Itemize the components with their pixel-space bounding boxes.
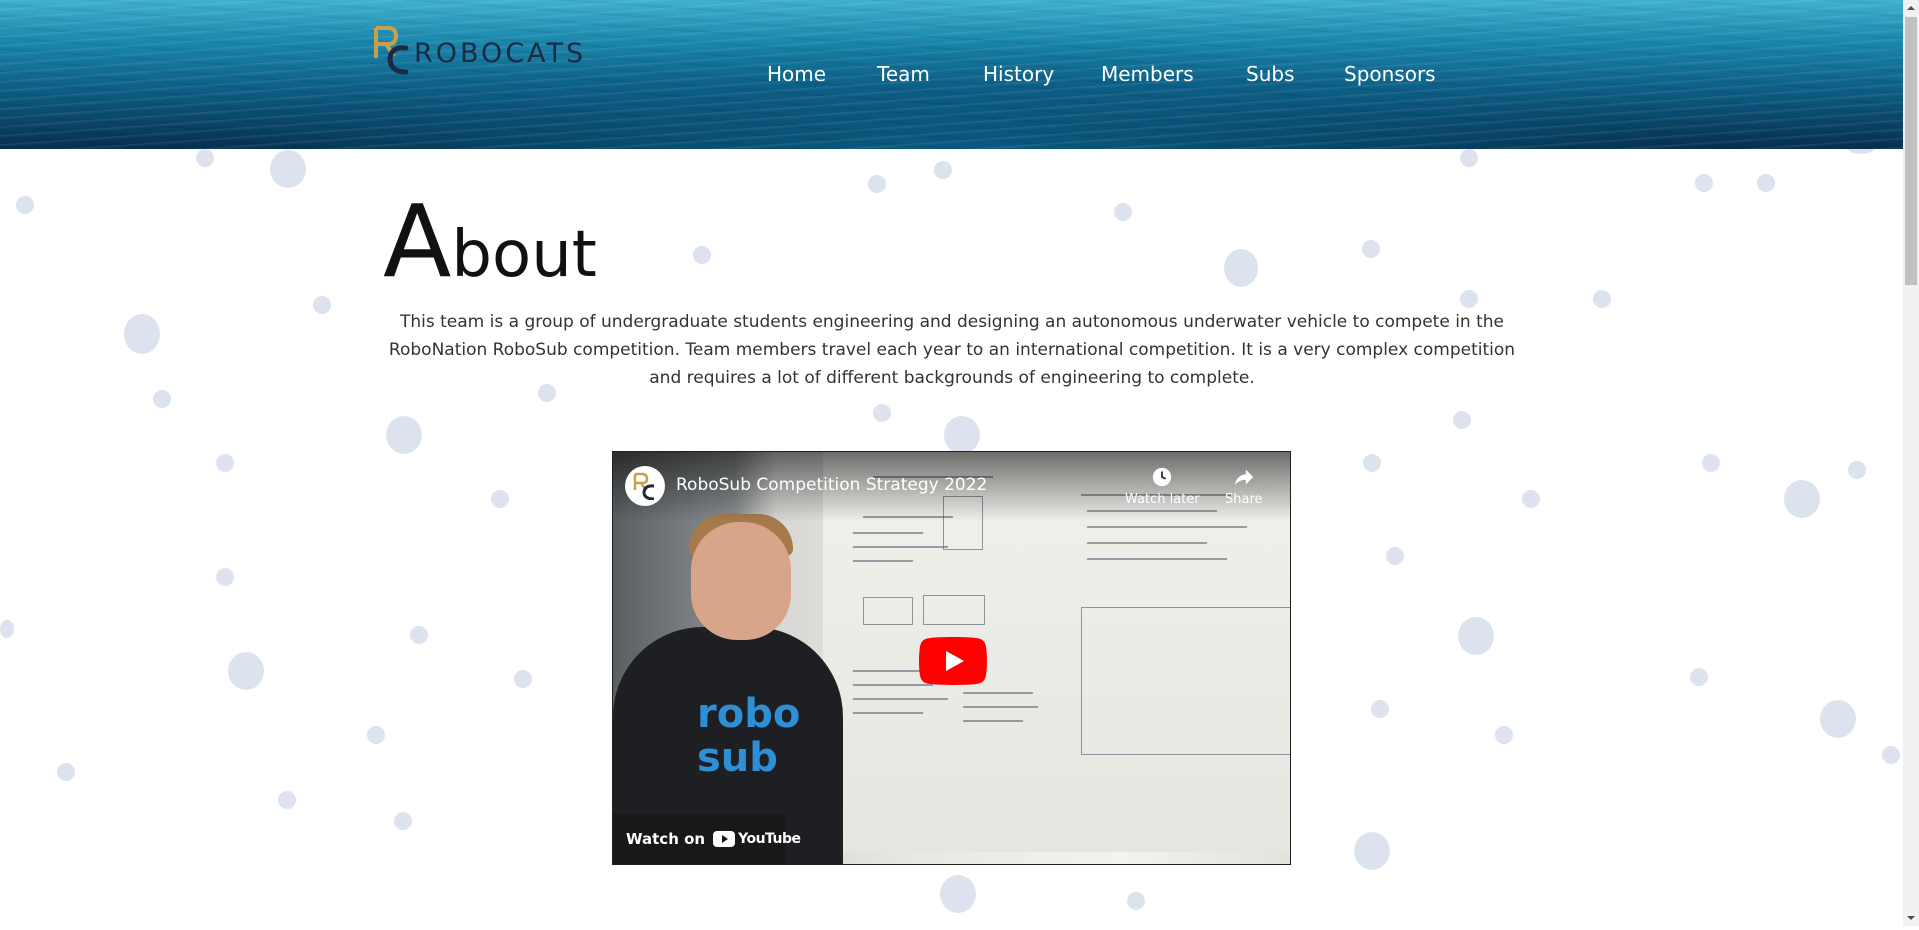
bubble bbox=[216, 454, 234, 472]
watch-later-label: Watch later bbox=[1125, 492, 1200, 507]
bubble bbox=[124, 314, 160, 354]
bubble bbox=[1371, 700, 1389, 718]
bubble bbox=[386, 416, 422, 454]
bubble bbox=[216, 568, 234, 586]
scroll-down-arrow-icon bbox=[1907, 916, 1915, 920]
bubble bbox=[196, 149, 214, 167]
about-heading-rest: bout bbox=[451, 218, 597, 292]
about-description: This team is a group of undergraduate st… bbox=[388, 312, 1516, 388]
watch-later-button[interactable]: Watch later bbox=[1125, 466, 1200, 507]
nav-history[interactable]: History bbox=[983, 62, 1054, 86]
page-scrollbar[interactable] bbox=[1903, 0, 1919, 926]
scroll-down-button[interactable] bbox=[1903, 910, 1919, 926]
youtube-wordmark: YouTube bbox=[738, 831, 801, 847]
share-label: Share bbox=[1225, 492, 1263, 507]
nav-team[interactable]: Team bbox=[877, 62, 930, 86]
channel-avatar[interactable] bbox=[625, 466, 665, 506]
share-button[interactable]: Share bbox=[1225, 466, 1263, 507]
scroll-up-arrow-icon bbox=[1907, 6, 1915, 10]
bubble bbox=[0, 620, 14, 638]
logo-wordmark: ROBOCATS bbox=[414, 38, 586, 69]
nav-sponsors[interactable]: Sponsors bbox=[1344, 62, 1436, 86]
bubble bbox=[270, 150, 306, 188]
scrollbar-thumb[interactable] bbox=[1905, 17, 1917, 285]
bubble bbox=[1127, 892, 1145, 910]
bubble bbox=[1363, 454, 1381, 472]
bubble bbox=[1354, 832, 1390, 870]
page: ROBOCATS Home Team History Members Subs … bbox=[0, 0, 1903, 926]
about-heading: About bbox=[383, 192, 597, 292]
share-arrow-icon bbox=[1234, 469, 1253, 486]
bubble bbox=[1593, 290, 1611, 308]
about-heading-initial: A bbox=[383, 183, 452, 300]
bubble bbox=[868, 175, 886, 193]
bubble bbox=[1458, 617, 1494, 655]
presenter-head bbox=[691, 522, 791, 640]
bubble bbox=[1695, 174, 1713, 192]
bubble bbox=[367, 726, 385, 744]
bubble bbox=[278, 791, 296, 809]
bubble bbox=[313, 296, 331, 314]
scroll-up-button[interactable] bbox=[1903, 0, 1919, 16]
logo-mark: ROBOCATS bbox=[374, 26, 586, 75]
bubble bbox=[944, 416, 980, 454]
bubble bbox=[1114, 203, 1132, 221]
bubble bbox=[394, 812, 412, 830]
youtube-embed[interactable]: robo sub RoboSub Competition Strategy 20… bbox=[612, 451, 1291, 865]
bubble bbox=[1453, 411, 1471, 429]
bubble bbox=[1848, 461, 1866, 479]
clock-icon bbox=[1153, 467, 1172, 487]
youtube-logo-icon bbox=[713, 831, 736, 847]
watch-on-label: Watch on bbox=[626, 830, 706, 848]
bubble bbox=[228, 652, 264, 690]
shirt-print: robo sub bbox=[697, 691, 801, 781]
bubble bbox=[693, 246, 711, 264]
bubble bbox=[491, 490, 509, 508]
bubble bbox=[940, 875, 976, 913]
bubble bbox=[1495, 726, 1513, 744]
play-button[interactable] bbox=[919, 637, 987, 685]
bubble bbox=[410, 626, 428, 644]
bubble bbox=[1224, 249, 1258, 287]
watch-on-youtube-button[interactable]: Watch on YouTube bbox=[613, 814, 801, 864]
bubble bbox=[1784, 480, 1820, 518]
bubble bbox=[1820, 700, 1856, 738]
bubble bbox=[1362, 240, 1380, 258]
nav-home[interactable]: Home bbox=[767, 62, 826, 86]
bubble bbox=[1882, 746, 1900, 764]
nav-members[interactable]: Members bbox=[1101, 62, 1194, 86]
youtube-play-icon bbox=[919, 637, 987, 685]
bubble bbox=[1702, 454, 1720, 472]
bubble bbox=[1460, 149, 1478, 167]
bubble bbox=[1460, 290, 1478, 308]
bubble bbox=[153, 390, 171, 408]
video-title[interactable]: RoboSub Competition Strategy 2022 bbox=[676, 475, 987, 495]
youtube-logo: YouTube bbox=[713, 831, 801, 847]
bubble bbox=[1386, 547, 1404, 565]
nav-subs[interactable]: Subs bbox=[1246, 62, 1295, 86]
bubble bbox=[1757, 174, 1775, 192]
bubble bbox=[1690, 668, 1708, 686]
channel-logo-icon bbox=[633, 472, 655, 500]
bubble bbox=[514, 670, 532, 688]
bubble bbox=[57, 763, 75, 781]
robocats-logo[interactable]: ROBOCATS bbox=[370, 24, 600, 76]
bubble bbox=[934, 161, 952, 179]
bubble bbox=[873, 404, 891, 422]
bubble bbox=[1522, 490, 1540, 508]
bubble bbox=[16, 196, 34, 214]
site-header: ROBOCATS Home Team History Members Subs … bbox=[0, 0, 1903, 149]
